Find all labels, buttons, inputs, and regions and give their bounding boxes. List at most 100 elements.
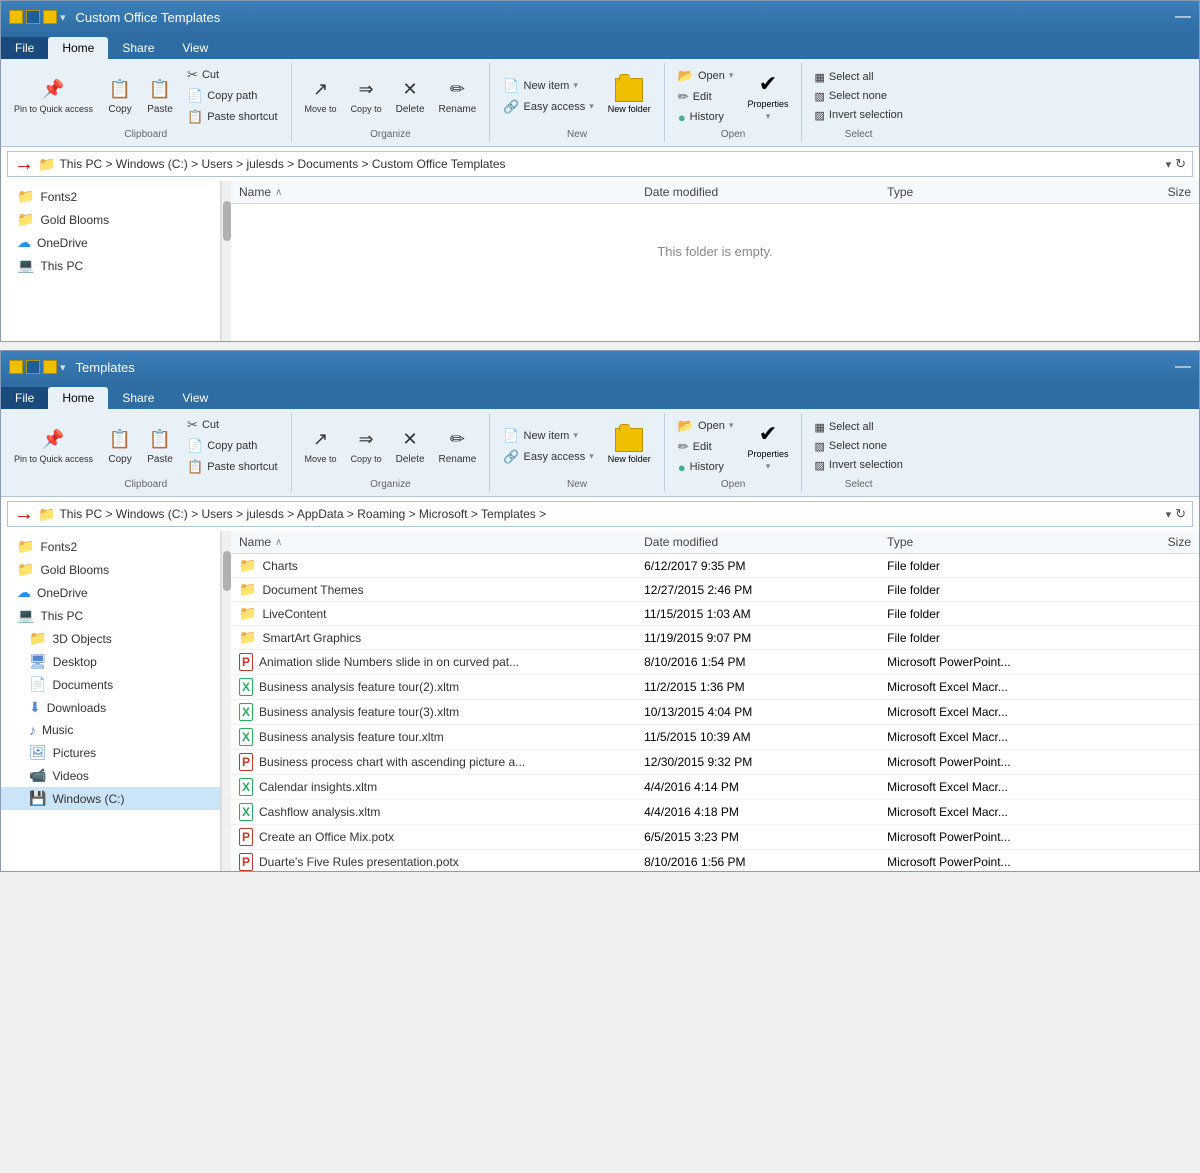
cut-button-2[interactable]: ✂ Cut [182, 415, 283, 435]
tab-view-1[interactable]: View [168, 37, 222, 59]
file-row-0[interactable]: 📁 Charts 6/12/2017 9:35 PM File folder [231, 554, 1199, 578]
copy-path-button-1[interactable]: 📄 Copy path [182, 86, 283, 106]
file-row-11[interactable]: P Create an Office Mix.potx 6/5/2015 3:2… [231, 825, 1199, 850]
open-button-1[interactable]: 📂 Open ▾ [673, 66, 739, 86]
col-header-type-1[interactable]: Type [887, 185, 1090, 199]
paste-shortcut-button-2[interactable]: 📋 Paste shortcut [182, 457, 283, 477]
tab-file-2[interactable]: File [1, 387, 48, 409]
new-item-button-1[interactable]: 📄 New item ▾ [498, 76, 598, 96]
open-dropdown-2[interactable]: ▾ [729, 420, 734, 431]
sidebar-scrollbar-2[interactable] [221, 531, 231, 871]
open-dropdown-1[interactable]: ▾ [729, 70, 734, 81]
invert-selection-button-1[interactable]: ▨ Invert selection [810, 107, 906, 124]
back-arrow-1[interactable]: → [14, 153, 34, 176]
title-bar-dropdown-arrow-1[interactable]: ▾ [60, 11, 66, 24]
address-dropdown-arrow-1[interactable]: ▾ [1166, 158, 1172, 171]
back-arrow-2[interactable]: → [14, 503, 34, 526]
select-all-button-1[interactable]: ▦ Select all [810, 69, 906, 86]
file-row-7[interactable]: X Business analysis feature tour.xltm 11… [231, 725, 1199, 750]
col-header-name-1[interactable]: Name ∧ [239, 185, 644, 199]
tab-home-2[interactable]: Home [48, 387, 108, 409]
file-row-2[interactable]: 📁 LiveContent 11/15/2015 1:03 AM File fo… [231, 602, 1199, 626]
properties-button-2[interactable]: ✔ Properties ▾ [742, 418, 793, 475]
select-none-button-1[interactable]: ▧ Select none [810, 88, 906, 105]
tab-file-1[interactable]: File [1, 37, 48, 59]
rename-button-2[interactable]: ✏ Rename [434, 425, 482, 468]
address-bar-2[interactable]: → 📁 This PC > Windows (C:) > Users > jul… [7, 501, 1193, 527]
sidebar-item-windows-c[interactable]: 💾 Windows (C:) [1, 787, 220, 810]
file-row-12[interactable]: P Duarte's Five Rules presentation.potx … [231, 850, 1199, 871]
move-to-button-2[interactable]: ↗ Move to [300, 425, 342, 468]
file-row-9[interactable]: X Calendar insights.xltm 4/4/2016 4:14 P… [231, 775, 1199, 800]
paste-button-2[interactable]: 📋 Paste [142, 425, 178, 468]
address-refresh-button-1[interactable]: ↻ [1175, 156, 1186, 172]
delete-button-1[interactable]: ✕ Delete [391, 75, 430, 118]
file-row-4[interactable]: P Animation slide Numbers slide in on cu… [231, 650, 1199, 675]
sidebar-scrollbar-1[interactable] [221, 181, 231, 341]
select-all-button-2[interactable]: ▦ Select all [810, 419, 906, 436]
properties-dropdown-1[interactable]: ▾ [766, 111, 771, 122]
sidebar-item-onedrive-2[interactable]: ☁ OneDrive [1, 581, 220, 604]
tab-home-1[interactable]: Home [48, 37, 108, 59]
easy-access-dropdown-1[interactable]: ▾ [589, 101, 594, 112]
sidebar-item-fonts2-1[interactable]: 📁 Fonts2 [1, 185, 220, 208]
sidebar-item-videos[interactable]: 📹 Videos [1, 764, 220, 787]
file-row-5[interactable]: X Business analysis feature tour(2).xltm… [231, 675, 1199, 700]
sidebar-item-gold-blooms-2[interactable]: 📁 Gold Blooms [1, 558, 220, 581]
history-button-1[interactable]: ● History [673, 108, 739, 127]
copy-to-button-1[interactable]: ⇒ Copy to [346, 75, 387, 118]
sidebar-item-desktop[interactable]: 🖥 Desktop [1, 650, 220, 673]
sidebar-item-this-pc-2[interactable]: 💻 This PC [1, 604, 220, 627]
properties-button-1[interactable]: ✔ Properties ▾ [742, 68, 793, 125]
sidebar-item-pictures[interactable]: 🖼 Pictures [1, 741, 220, 764]
tab-share-2[interactable]: Share [108, 387, 168, 409]
select-none-button-2[interactable]: ▧ Select none [810, 438, 906, 455]
sidebar-item-onedrive-1[interactable]: ☁ OneDrive [1, 231, 220, 254]
col-header-size-1[interactable]: Size [1090, 185, 1191, 199]
tab-view-2[interactable]: View [168, 387, 222, 409]
tab-share-1[interactable]: Share [108, 37, 168, 59]
sidebar-item-this-pc-1[interactable]: 💻 This PC [1, 254, 220, 277]
rename-button-1[interactable]: ✏ Rename [434, 75, 482, 118]
col-header-name-2[interactable]: Name ∧ [239, 535, 644, 549]
sidebar-item-3d-objects[interactable]: 📁 3D Objects [1, 627, 220, 650]
col-header-date-1[interactable]: Date modified [644, 185, 887, 199]
sidebar-item-fonts2-2[interactable]: 📁 Fonts2 [1, 535, 220, 558]
new-folder-button-2[interactable]: New folder [603, 425, 656, 468]
minimize-button-1[interactable]: — [1175, 8, 1191, 26]
sidebar-item-gold-blooms-1[interactable]: 📁 Gold Blooms [1, 208, 220, 231]
col-header-size-2[interactable]: Size [1090, 535, 1191, 549]
easy-access-dropdown-2[interactable]: ▾ [589, 451, 594, 462]
copy-path-button-2[interactable]: 📄 Copy path [182, 436, 283, 456]
pin-to-quick-access-button-2[interactable]: 📌 Pin to Quick access [9, 425, 98, 468]
copy-to-button-2[interactable]: ⇒ Copy to [346, 425, 387, 468]
easy-access-button-1[interactable]: 🔗 Easy access ▾ [498, 97, 598, 117]
address-refresh-button-2[interactable]: ↻ [1175, 506, 1186, 522]
address-dropdown-arrow-2[interactable]: ▾ [1166, 508, 1172, 521]
address-bar-1[interactable]: → 📁 This PC > Windows (C:) > Users > jul… [7, 151, 1193, 177]
invert-selection-button-2[interactable]: ▨ Invert selection [810, 457, 906, 474]
paste-button-1[interactable]: 📋 Paste [142, 75, 178, 118]
history-button-2[interactable]: ● History [673, 458, 739, 477]
new-item-dropdown-1[interactable]: ▾ [573, 80, 578, 91]
sidebar-item-downloads[interactable]: ⬇ Downloads [1, 696, 220, 719]
edit-button-2[interactable]: ✏ Edit [673, 437, 739, 457]
easy-access-button-2[interactable]: 🔗 Easy access ▾ [498, 447, 598, 467]
file-row-3[interactable]: 📁 SmartArt Graphics 11/19/2015 9:07 PM F… [231, 626, 1199, 650]
sidebar-item-documents[interactable]: 📄 Documents [1, 673, 220, 696]
new-item-dropdown-2[interactable]: ▾ [573, 430, 578, 441]
edit-button-1[interactable]: ✏ Edit [673, 87, 739, 107]
cut-button-1[interactable]: ✂ Cut [182, 65, 283, 85]
sidebar-item-music[interactable]: ♪ Music [1, 719, 220, 741]
new-item-button-2[interactable]: 📄 New item ▾ [498, 426, 598, 446]
delete-button-2[interactable]: ✕ Delete [391, 425, 430, 468]
title-bar-dropdown-arrow-2[interactable]: ▾ [60, 361, 66, 374]
col-header-date-2[interactable]: Date modified [644, 535, 887, 549]
file-row-6[interactable]: X Business analysis feature tour(3).xltm… [231, 700, 1199, 725]
paste-shortcut-button-1[interactable]: 📋 Paste shortcut [182, 107, 283, 127]
minimize-button-2[interactable]: — [1175, 358, 1191, 376]
col-header-type-2[interactable]: Type [887, 535, 1090, 549]
new-folder-button-1[interactable]: New folder [603, 75, 656, 118]
properties-dropdown-2[interactable]: ▾ [766, 461, 771, 472]
file-row-10[interactable]: X Cashflow analysis.xltm 4/4/2016 4:18 P… [231, 800, 1199, 825]
